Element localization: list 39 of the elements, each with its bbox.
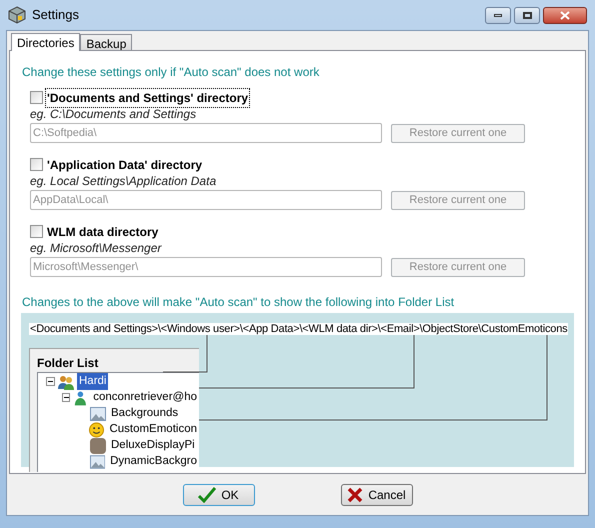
example-text: eg. C:\Documents and Settings [30, 106, 198, 123]
close-button[interactable] [543, 6, 587, 24]
tree-item[interactable]: DynamicBackgro [108, 452, 199, 470]
checkbox[interactable] [30, 158, 43, 171]
photo-placeholder [90, 438, 106, 454]
close-icon [560, 10, 570, 20]
checkbox-label: 'Documents and Settings' directory [46, 88, 250, 106]
example-text: eg. Local Settings\Application Data [30, 173, 218, 190]
minimize-button[interactable] [485, 6, 511, 24]
checkbox-label: WLM data directory [46, 224, 160, 240]
collapse-toggle[interactable] [46, 377, 55, 386]
window-title: Settings [32, 6, 79, 24]
path-text: <Documents and Settings>\<Windows user>\<App Data>\<WLM data dir>\<Email>\ObjectStore\CustomEmoticons [29, 323, 568, 335]
ok-button[interactable]: OK [182, 484, 254, 506]
cross-icon [347, 486, 364, 502]
checkmark-icon [198, 486, 216, 502]
tab[interactable]: Directories [11, 33, 80, 51]
collapse-toggle[interactable] [62, 393, 70, 402]
folder-list-title: Folder List [37, 354, 98, 372]
checkbox[interactable] [30, 91, 43, 104]
tree-item[interactable]: Backgrounds [109, 404, 180, 422]
tree-item[interactable]: Hardi [77, 372, 108, 390]
cube-icon [8, 6, 26, 24]
tab[interactable]: Backup [80, 34, 132, 50]
note-text: Changes to the above will make "Auto scan" to show the following into Folder List [22, 294, 456, 311]
intro-text: Change these settings only if "Auto scan" does not work [22, 64, 320, 81]
checkbox[interactable] [30, 225, 43, 238]
maximize-button[interactable] [514, 6, 540, 24]
picture-icon [90, 406, 106, 422]
tree-item[interactable]: conconretriever@ho [91, 388, 199, 406]
person-icon [73, 390, 88, 406]
tree-item[interactable]: DeluxeDisplayPi [109, 436, 197, 454]
picture-icon [90, 454, 106, 470]
tree-item[interactable]: CustomEmoticon [107, 420, 199, 438]
example-text: eg. Microsoft\Messenger [30, 240, 163, 257]
smiley-icon [89, 422, 104, 438]
people-icon [58, 374, 74, 390]
checkbox-label: 'Application Data' directory [46, 156, 204, 174]
cancel-button[interactable]: Cancel [340, 484, 412, 506]
